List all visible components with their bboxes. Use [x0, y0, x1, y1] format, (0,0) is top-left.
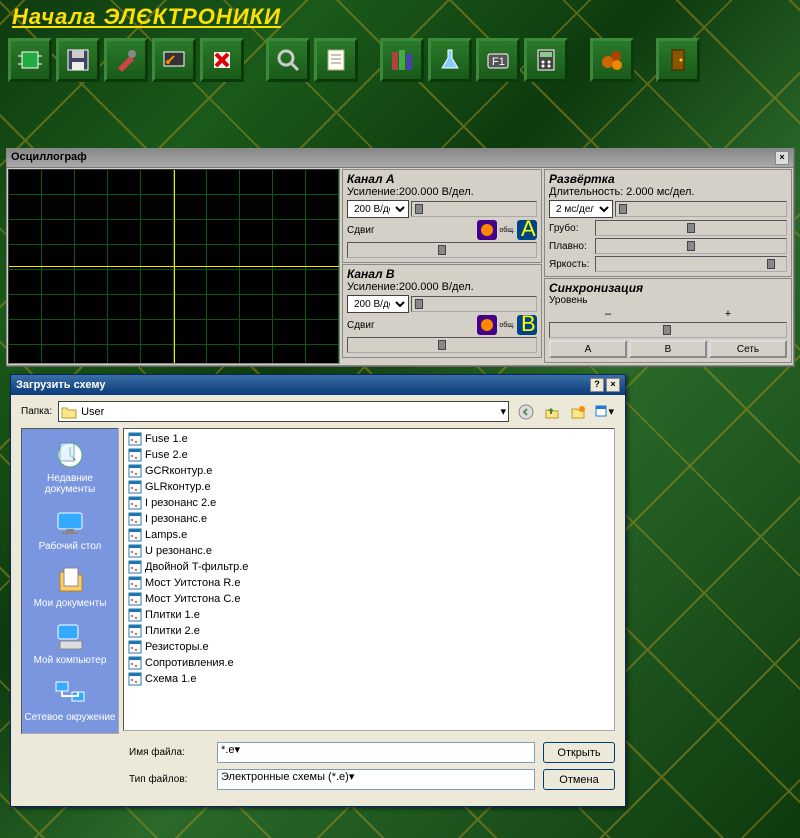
channel-b-gain-slider[interactable]: [411, 296, 537, 312]
svg-text:F1: F1: [492, 56, 505, 68]
toolbar-ic-hotkey[interactable]: F1: [476, 38, 520, 82]
osc-close-button[interactable]: ×: [775, 151, 789, 165]
file-item[interactable]: Сопротивления.e: [126, 655, 276, 671]
toolbar-ic-zoom[interactable]: [266, 38, 310, 82]
scope-screen: [8, 169, 340, 364]
file-item[interactable]: Плитки 1.e: [126, 607, 276, 623]
sweep-panel: Развёртка Длительность: 2.000 мс/дел. 2 …: [544, 169, 792, 277]
file-item[interactable]: Fuse 2.e: [126, 447, 276, 463]
channel-a-shift-label: Сдвиг: [347, 225, 375, 236]
channel-a-probe-icon[interactable]: [477, 220, 497, 240]
channel-b-gain-select[interactable]: 200 В/дел: [347, 295, 409, 313]
toolbar-ic-note[interactable]: [314, 38, 358, 82]
toolbar-ic-tools[interactable]: [104, 38, 148, 82]
svg-text:A: A: [521, 220, 536, 240]
folder-icon: [61, 405, 77, 419]
file-item[interactable]: GCRконтур.e: [126, 463, 276, 479]
sync-net-button[interactable]: Сеть: [709, 340, 787, 358]
app-title: Начала ЭЛЄКТРОНИКИ: [0, 0, 800, 34]
sweep-duration-select[interactable]: 2 мс/дел.: [549, 200, 613, 218]
sync-title: Синхронизация: [549, 281, 787, 295]
file-item[interactable]: I резонанс 2.e: [126, 495, 276, 511]
channel-a-panel: Канал A Усиление:200.000 В/дел. 200 В/де…: [342, 169, 542, 263]
channel-a-gain-select[interactable]: 200 В/дел: [347, 200, 409, 218]
file-item[interactable]: Резисторы.e: [126, 639, 276, 655]
osc-titlebar: Осциллограф ×: [7, 149, 793, 168]
file-item[interactable]: Мост Уитстона R.e: [126, 575, 276, 591]
sweep-duration-slider[interactable]: [615, 201, 787, 217]
toolbar-ic-balls[interactable]: [590, 38, 634, 82]
file-item[interactable]: Схема 1.e: [126, 671, 276, 687]
folder-label: Папка:: [21, 406, 52, 417]
toolbar-ic-chem[interactable]: [428, 38, 472, 82]
dialog-title-text: Загрузить схему: [16, 379, 588, 391]
channel-b-common-icon[interactable]: B: [517, 315, 537, 335]
sweep-bright-slider[interactable]: [595, 256, 787, 272]
dialog-titlebar: Загрузить схему ? ×: [11, 375, 625, 395]
place-desktop[interactable]: Рабочий стол: [22, 501, 118, 558]
osc-title-text: Осциллограф: [11, 151, 775, 165]
place-mydocs[interactable]: Мои документы: [22, 558, 118, 615]
folder-select[interactable]: User ▾: [58, 401, 509, 422]
cancel-button[interactable]: Отмена: [543, 769, 615, 790]
filetype-label: Тип файлов:: [129, 774, 209, 785]
channel-a-title: Канал A: [347, 172, 537, 186]
toolbar-ic-meter[interactable]: [152, 38, 196, 82]
channel-a-shift-slider[interactable]: [347, 242, 537, 258]
open-button[interactable]: Открыть: [543, 742, 615, 763]
filename-input[interactable]: *.e▾: [217, 742, 535, 763]
dialog-help-button[interactable]: ?: [590, 378, 604, 392]
channel-b-probe-icon[interactable]: [477, 315, 497, 335]
sync-b-button[interactable]: B: [629, 340, 707, 358]
file-item[interactable]: Плитки 2.e: [126, 623, 276, 639]
svg-text:B: B: [521, 315, 536, 335]
sync-panel: Синхронизация Уровень –+ A B Сеть: [544, 278, 792, 363]
file-item[interactable]: Lamps.e: [126, 527, 276, 543]
channel-b-shift-label: Сдвиг: [347, 320, 375, 331]
channel-a-common-icon[interactable]: A: [517, 220, 537, 240]
toolbar-ic-books[interactable]: [380, 38, 424, 82]
nav-newfolder-icon[interactable]: [567, 402, 589, 422]
dialog-close-button[interactable]: ×: [606, 378, 620, 392]
toolbar-ic-calc[interactable]: [524, 38, 568, 82]
places-bar: Недавние документыРабочий столМои докуме…: [21, 428, 119, 734]
place-recent[interactable]: Недавние документы: [22, 433, 118, 501]
toolbar-ic-door[interactable]: [656, 38, 700, 82]
filename-label: Имя файла:: [129, 747, 209, 758]
filetype-select[interactable]: Электронные схемы (*.e)▾: [217, 769, 535, 790]
toolbar-ic-delete[interactable]: [200, 38, 244, 82]
sweep-title: Развёртка: [549, 172, 787, 186]
sweep-fine-slider[interactable]: [595, 238, 787, 254]
place-network[interactable]: Сетевое окружение: [22, 672, 118, 729]
nav-views-icon[interactable]: ▾: [593, 402, 615, 422]
oscilloscope-window: Осциллограф × Канал A Усиление:200.000 В…: [6, 148, 794, 366]
file-item[interactable]: Двойной T-фильтр.e: [126, 559, 276, 575]
place-mycomp[interactable]: Мой компьютер: [22, 615, 118, 672]
sync-a-button[interactable]: A: [549, 340, 627, 358]
toolbar-ic-chip[interactable]: [8, 38, 52, 82]
channel-a-gain-slider[interactable]: [411, 201, 537, 217]
file-item[interactable]: I резонанс.e: [126, 511, 276, 527]
file-item[interactable]: Fuse 1.e: [126, 431, 276, 447]
file-list[interactable]: Fuse 1.eFuse 2.eGCRконтур.eGLRконтур.eI …: [123, 428, 615, 731]
sync-level-slider[interactable]: [549, 322, 787, 338]
channel-b-shift-slider[interactable]: [347, 337, 537, 353]
file-item[interactable]: GLRконтур.e: [126, 479, 276, 495]
main-toolbar: F1: [0, 34, 800, 86]
channel-b-title: Канал B: [347, 267, 537, 281]
file-open-dialog: Загрузить схему ? × Папка: User ▾ ▾ Неда…: [10, 374, 626, 807]
toolbar-ic-disk[interactable]: [56, 38, 100, 82]
channel-b-panel: Канал B Усиление:200.000 В/дел. 200 В/де…: [342, 264, 542, 358]
file-item[interactable]: Мост Уитстона C.e: [126, 591, 276, 607]
nav-up-icon[interactable]: [541, 402, 563, 422]
nav-back-icon[interactable]: [515, 402, 537, 422]
file-item[interactable]: U резонанс.e: [126, 543, 276, 559]
dialog-nav-row: Папка: User ▾ ▾: [11, 395, 625, 428]
sweep-coarse-slider[interactable]: [595, 220, 787, 236]
